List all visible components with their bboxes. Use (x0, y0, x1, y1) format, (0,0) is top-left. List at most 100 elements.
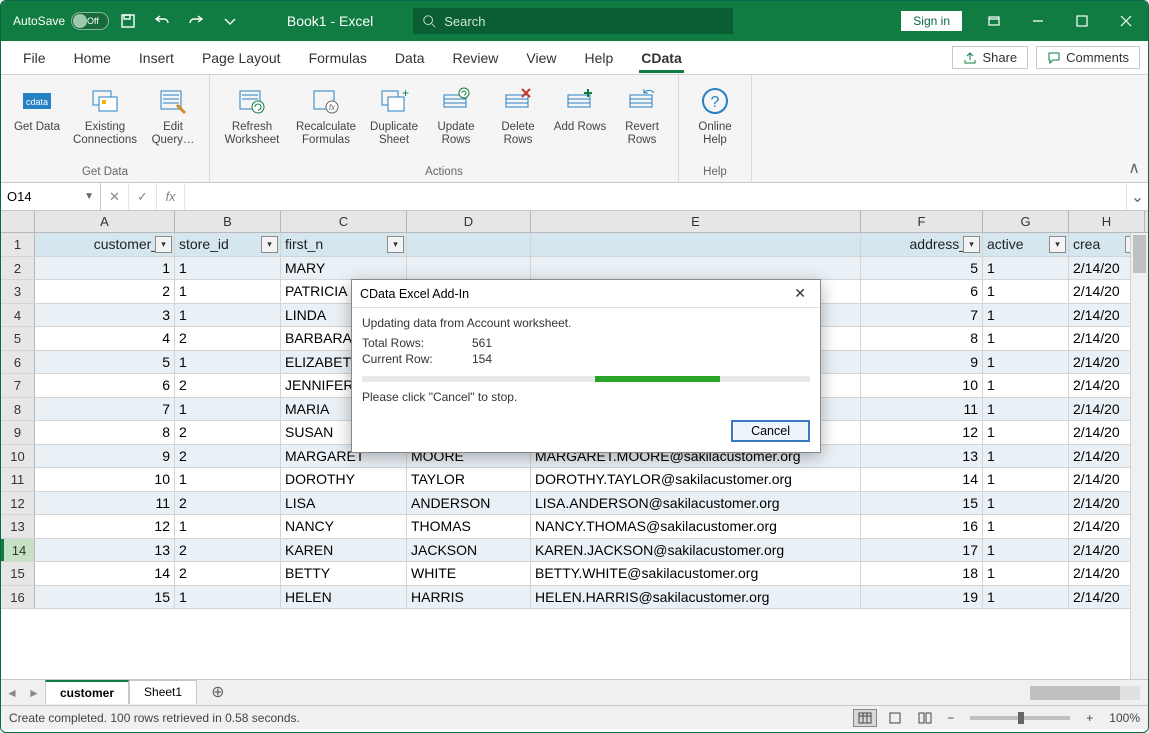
table-cell[interactable]: JACKSON (407, 539, 531, 562)
table-cell[interactable]: 1 (175, 280, 281, 303)
cancel-button[interactable]: Cancel (731, 420, 810, 442)
sheet-nav-next[interactable]: ► (23, 686, 45, 700)
table-cell[interactable]: 1 (175, 468, 281, 491)
table-cell[interactable] (531, 257, 861, 280)
table-header-cell[interactable]: first_n▾ (281, 233, 407, 256)
table-cell[interactable]: TAYLOR (407, 468, 531, 491)
row-header[interactable]: 14 (1, 539, 35, 562)
table-header-cell[interactable]: customer_id▾ (35, 233, 175, 256)
zoom-out-button[interactable]: − (943, 711, 958, 725)
recalculate-formulas-button[interactable]: fxRecalculate Formulas (292, 79, 360, 164)
vertical-scrollbar[interactable] (1130, 233, 1148, 679)
select-all-corner[interactable] (1, 211, 35, 232)
table-header-cell[interactable]: active▾ (983, 233, 1069, 256)
row-header[interactable]: 9 (1, 421, 35, 444)
table-cell[interactable]: 1 (175, 304, 281, 327)
filter-button[interactable]: ▾ (963, 236, 980, 253)
table-header-cell[interactable]: store_id▾ (175, 233, 281, 256)
table-cell[interactable]: 6 (861, 280, 983, 303)
row-header[interactable]: 7 (1, 374, 35, 397)
tab-review[interactable]: Review (439, 44, 513, 72)
table-cell[interactable]: 17 (861, 539, 983, 562)
sheet-nav-prev[interactable]: ◄ (1, 686, 23, 700)
table-cell[interactable]: LISA.ANDERSON@sakilacustomer.org (531, 492, 861, 515)
table-cell[interactable]: 1 (175, 515, 281, 538)
edit-query-button[interactable]: Edit Query… (145, 79, 201, 164)
row-header[interactable]: 3 (1, 280, 35, 303)
table-cell[interactable]: 8 (35, 421, 175, 444)
filter-button[interactable]: ▾ (155, 236, 172, 253)
formula-input[interactable] (185, 183, 1126, 210)
duplicate-sheet-button[interactable]: +Duplicate Sheet (366, 79, 422, 164)
name-box[interactable]: O14▼ (1, 183, 101, 210)
table-header-cell[interactable] (407, 233, 531, 256)
autosave-control[interactable]: AutoSave Off (1, 12, 111, 30)
undo-icon[interactable] (145, 1, 179, 41)
table-cell[interactable]: 1 (983, 398, 1069, 421)
tab-data[interactable]: Data (381, 44, 439, 72)
signin-button[interactable]: Sign in (901, 11, 962, 31)
table-cell[interactable]: 11 (861, 398, 983, 421)
table-cell[interactable]: DOROTHY.TAYLOR@sakilacustomer.org (531, 468, 861, 491)
table-cell[interactable]: 1 (175, 586, 281, 609)
table-cell[interactable]: 7 (861, 304, 983, 327)
table-cell[interactable]: HELEN (281, 586, 407, 609)
table-cell[interactable]: 2 (35, 280, 175, 303)
table-cell[interactable]: 1 (983, 351, 1069, 374)
get-data-button[interactable]: cdataGet Data (9, 79, 65, 164)
tab-formulas[interactable]: Formulas (295, 44, 381, 72)
search-box[interactable]: Search (413, 8, 733, 34)
share-button[interactable]: Share (952, 46, 1028, 69)
table-cell[interactable]: 12 (35, 515, 175, 538)
table-cell[interactable]: NANCY.THOMAS@sakilacustomer.org (531, 515, 861, 538)
table-cell[interactable]: KAREN (281, 539, 407, 562)
formula-cancel-icon[interactable]: ✕ (101, 183, 129, 210)
column-header[interactable]: F (861, 211, 983, 232)
column-header[interactable]: B (175, 211, 281, 232)
table-cell[interactable]: 1 (983, 515, 1069, 538)
tab-cdata[interactable]: CData (627, 44, 695, 72)
table-cell[interactable]: 2 (175, 539, 281, 562)
row-header[interactable]: 1 (1, 233, 35, 256)
collapse-ribbon-icon[interactable]: ∧ (1128, 158, 1140, 178)
zoom-knob[interactable] (1018, 712, 1024, 724)
sheet-tab[interactable]: customer (45, 680, 129, 704)
table-cell[interactable]: 14 (35, 562, 175, 585)
table-cell[interactable]: 19 (861, 586, 983, 609)
view-normal-icon[interactable] (853, 709, 877, 727)
table-cell[interactable]: 2 (175, 327, 281, 350)
redo-icon[interactable] (179, 1, 213, 41)
column-header[interactable]: H (1069, 211, 1145, 232)
table-cell[interactable]: HARRIS (407, 586, 531, 609)
row-header[interactable]: 13 (1, 515, 35, 538)
scrollbar-thumb[interactable] (1133, 235, 1146, 273)
table-cell[interactable]: 15 (861, 492, 983, 515)
maximize-icon[interactable] (1060, 1, 1104, 41)
sheet-tab[interactable]: Sheet1 (129, 680, 197, 704)
row-header[interactable]: 6 (1, 351, 35, 374)
tab-page-layout[interactable]: Page Layout (188, 44, 295, 72)
update-rows-button[interactable]: Update Rows (428, 79, 484, 164)
view-page-layout-icon[interactable] (883, 709, 907, 727)
dialog-titlebar[interactable]: CData Excel Add-In ✕ (352, 280, 820, 308)
column-header[interactable]: A (35, 211, 175, 232)
table-cell[interactable]: 1 (983, 468, 1069, 491)
filter-button[interactable]: ▾ (261, 236, 278, 253)
column-header[interactable]: C (281, 211, 407, 232)
table-cell[interactable]: BETTY.WHITE@sakilacustomer.org (531, 562, 861, 585)
table-cell[interactable]: 1 (983, 304, 1069, 327)
new-sheet-button[interactable]: ⊕ (197, 678, 238, 706)
zoom-in-button[interactable]: + (1082, 711, 1097, 725)
close-icon[interactable] (1104, 1, 1148, 41)
column-header[interactable]: E (531, 211, 861, 232)
formula-expand-icon[interactable]: ⌄ (1126, 183, 1148, 210)
table-cell[interactable]: THOMAS (407, 515, 531, 538)
hscroll-thumb[interactable] (1030, 686, 1120, 700)
qat-customize-icon[interactable] (213, 1, 247, 41)
row-header[interactable]: 5 (1, 327, 35, 350)
table-cell[interactable]: 1 (983, 327, 1069, 350)
table-cell[interactable]: 15 (35, 586, 175, 609)
table-cell[interactable]: 18 (861, 562, 983, 585)
table-cell[interactable]: ANDERSON (407, 492, 531, 515)
table-cell[interactable]: 3 (35, 304, 175, 327)
